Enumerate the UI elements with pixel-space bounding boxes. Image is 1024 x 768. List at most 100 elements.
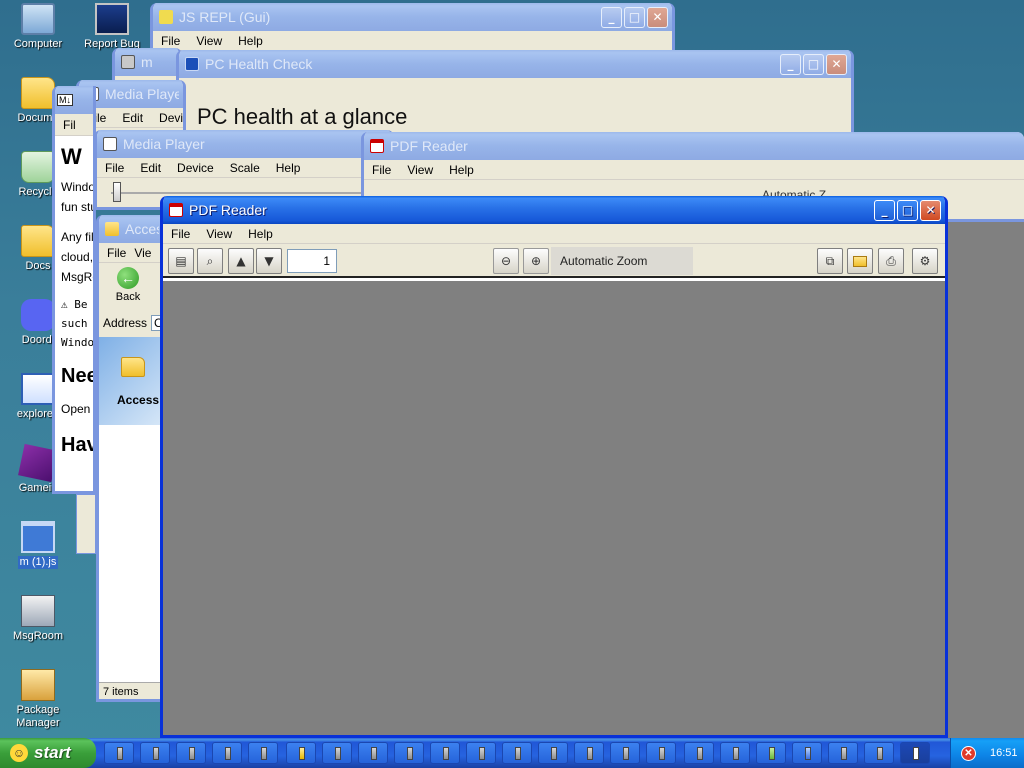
menu-file[interactable]: Fil <box>55 118 76 132</box>
taskbar-button[interactable] <box>684 742 714 764</box>
zoom-select[interactable]: Automatic Zoom <box>551 247 693 275</box>
desktop-icon-m-js[interactable]: m (1).js <box>0 521 76 569</box>
start-button[interactable]: ☺ start <box>0 738 96 768</box>
back-label: Back <box>115 291 141 303</box>
maximize-button[interactable]: □ <box>897 199 918 221</box>
desktop-icon-msgroom[interactable]: MsgRoom <box>0 595 76 643</box>
menu-help[interactable]: Help <box>441 163 482 177</box>
taskbar-button[interactable] <box>574 742 604 764</box>
sidebar-toggle-button[interactable]: ▤ <box>168 248 194 274</box>
menu-file[interactable]: File <box>153 34 188 48</box>
error-icon[interactable]: ✕ <box>961 745 976 761</box>
menu-file[interactable]: File <box>97 161 132 175</box>
js-repl-titlebar[interactable]: JS REPL (Gui) _ □ ✕ <box>153 3 672 31</box>
find-button[interactable]: ⌕ <box>197 248 223 274</box>
taskbar-button[interactable] <box>358 742 388 764</box>
menu-file[interactable]: File <box>99 246 134 260</box>
desktop-icon-package-manager[interactable]: Package Manager <box>0 669 76 730</box>
maximize-button[interactable]: □ <box>803 53 824 75</box>
readme-window[interactable]: M↓ Fil W Windo fun stu Any fil cloud, Ms… <box>52 86 96 494</box>
menu-help[interactable]: Help <box>268 161 309 175</box>
minimize-button[interactable]: _ <box>874 199 895 221</box>
close-button[interactable]: ✕ <box>920 199 941 221</box>
menu-view[interactable]: View <box>188 34 230 48</box>
menubar: File Edit Device Scale Help <box>97 158 391 178</box>
pdf-reader-titlebar[interactable]: PDF Reader _ □ ✕ <box>163 196 945 224</box>
seek-slider-thumb[interactable] <box>113 182 121 202</box>
taskbar-button[interactable] <box>720 742 750 764</box>
presentation-mode-button[interactable]: ⧉ <box>817 248 843 274</box>
menu-view[interactable]: View <box>198 227 240 241</box>
readme-text: cloud, <box>61 250 93 264</box>
seek-slider-track[interactable] <box>111 192 377 194</box>
previous-page-button[interactable]: ▲ <box>228 248 254 274</box>
menu-device[interactable]: Device <box>169 161 222 175</box>
app-icon <box>261 747 267 760</box>
taskbar-button[interactable] <box>610 742 640 764</box>
taskbar-button[interactable] <box>828 742 858 764</box>
window-title: PDF Reader <box>390 138 468 154</box>
app-icon <box>335 747 341 760</box>
pdf-reader-back-titlebar[interactable]: PDF Reader <box>364 132 1024 160</box>
taskbar-button[interactable] <box>394 742 424 764</box>
taskbar-button[interactable] <box>248 742 278 764</box>
accessories-window[interactable]: Access File Vie ← Back Address C Access … <box>96 215 166 702</box>
menu-edit[interactable]: Edit <box>132 161 169 175</box>
menu-view[interactable]: View <box>399 163 441 177</box>
taskbar-button[interactable] <box>792 742 822 764</box>
folder-label[interactable]: Access <box>117 393 159 407</box>
back-button[interactable]: ← Back <box>113 267 143 303</box>
taskbar-button[interactable] <box>140 742 170 764</box>
menu-edit[interactable]: Edit <box>114 111 151 125</box>
pdf-reader-window[interactable]: PDF Reader _ □ ✕ File View Help ▤ ⌕ ▲ ▼ … <box>160 196 948 738</box>
close-button[interactable]: ✕ <box>647 6 668 28</box>
taskbar-button[interactable] <box>176 742 206 764</box>
menu-scale[interactable]: Scale <box>222 161 268 175</box>
taskbar-button[interactable] <box>900 742 930 764</box>
taskbar-button[interactable] <box>212 742 242 764</box>
window-title: Media Player <box>123 136 205 152</box>
pc-health-titlebar[interactable]: PC Health Check _ □ ✕ <box>179 50 851 78</box>
menu-file[interactable]: File <box>364 163 399 177</box>
taskbar-button[interactable] <box>430 742 460 764</box>
tools-button[interactable]: ⚙ <box>912 248 938 274</box>
open-file-button[interactable] <box>847 248 873 274</box>
desktop-icon-label: m (1).js <box>17 556 59 569</box>
taskbar-button[interactable] <box>864 742 894 764</box>
maximize-button[interactable]: □ <box>624 6 645 28</box>
readme-titlebar[interactable]: M↓ <box>55 86 93 114</box>
presentation-icon: ⧉ <box>825 253 835 268</box>
taskbar-button[interactable] <box>646 742 676 764</box>
heart-pulse-icon <box>185 57 199 71</box>
menu-file[interactable]: File <box>163 227 198 241</box>
media-player-titlebar[interactable]: Media Player <box>97 130 391 158</box>
print-button[interactable]: ⎙ <box>878 248 904 274</box>
zoom-in-button[interactable]: ⊕ <box>523 248 549 274</box>
close-button[interactable]: ✕ <box>826 53 847 75</box>
next-page-button[interactable]: ▼ <box>256 248 282 274</box>
menu-view[interactable]: Vie <box>134 246 151 260</box>
menu-help[interactable]: Help <box>240 227 281 241</box>
taskbar-button[interactable] <box>322 742 352 764</box>
zoom-out-button[interactable]: ⊖ <box>493 248 519 274</box>
desktop-icon-report-bug[interactable]: Report Bug <box>74 3 150 51</box>
page-number-input[interactable]: 1 <box>287 249 337 273</box>
minimize-button[interactable]: _ <box>601 6 622 28</box>
taskbar-button[interactable] <box>286 742 316 764</box>
taskbar-button[interactable] <box>756 742 786 764</box>
menu-device[interactable]: Devi <box>151 111 183 125</box>
taskbar-button[interactable] <box>466 742 496 764</box>
accessories-titlebar[interactable]: Access <box>99 215 163 243</box>
taskbar-button[interactable] <box>502 742 532 764</box>
window-edge <box>76 494 96 554</box>
app-icon <box>769 747 775 760</box>
pdf-canvas[interactable] <box>163 278 945 735</box>
app-icon <box>189 747 195 760</box>
minimize-button[interactable]: _ <box>780 53 801 75</box>
m-window-titlebar[interactable]: m <box>115 48 179 76</box>
taskbar-button[interactable] <box>538 742 568 764</box>
window-title: Media Playe <box>105 86 179 102</box>
menu-help[interactable]: Help <box>230 34 271 48</box>
taskbar-button[interactable] <box>104 742 134 764</box>
desktop-icon-computer[interactable]: Computer <box>0 3 76 51</box>
